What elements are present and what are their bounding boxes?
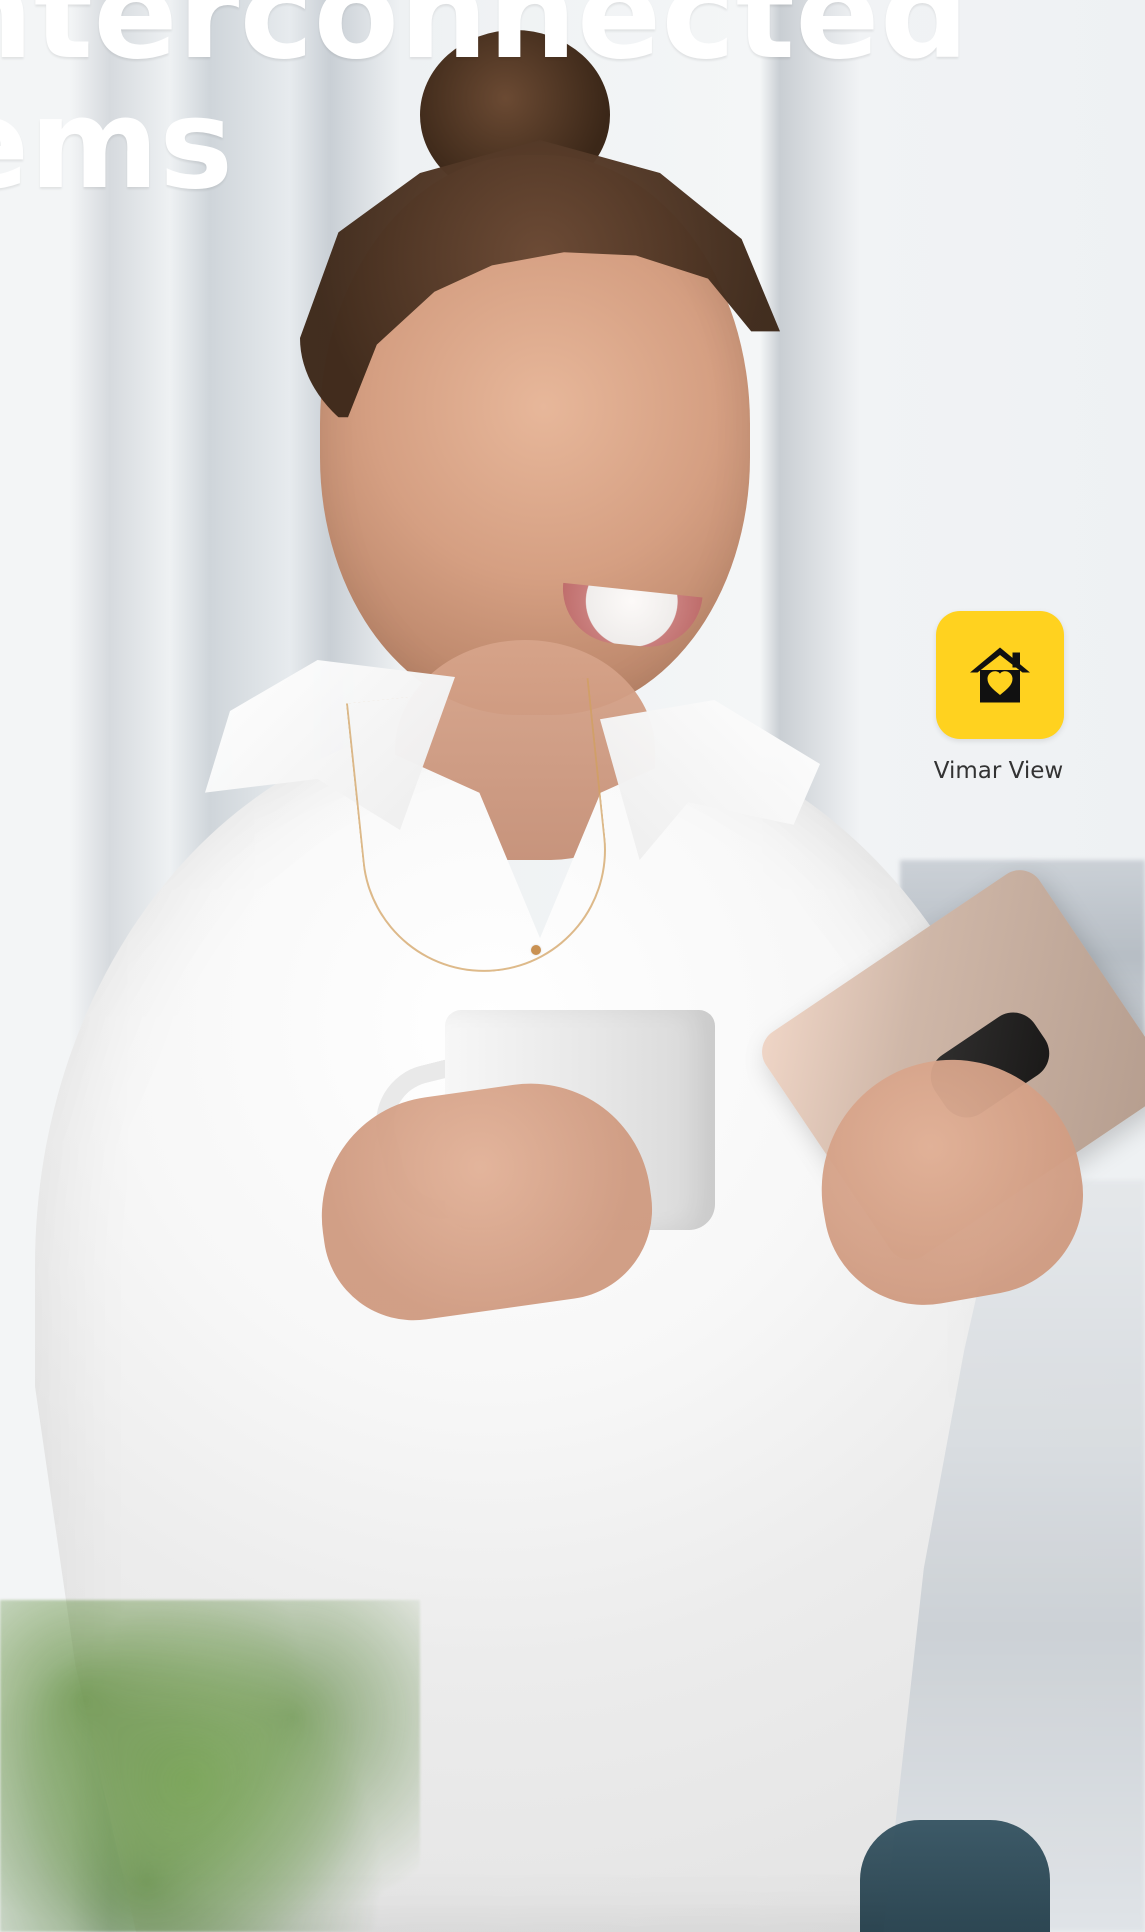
background-photo [0,0,1145,1932]
jeans [860,1820,1050,1932]
necklace-pendant [531,945,541,955]
headline-line-2: ems [0,73,234,217]
headline: nterconnected ems [0,0,970,217]
house-heart-icon [960,635,1040,715]
app-label: Vimar View [933,758,1064,784]
app-icon-badge [936,611,1064,739]
headline-line-1: nterconnected [0,0,970,87]
plant [0,1600,420,1932]
